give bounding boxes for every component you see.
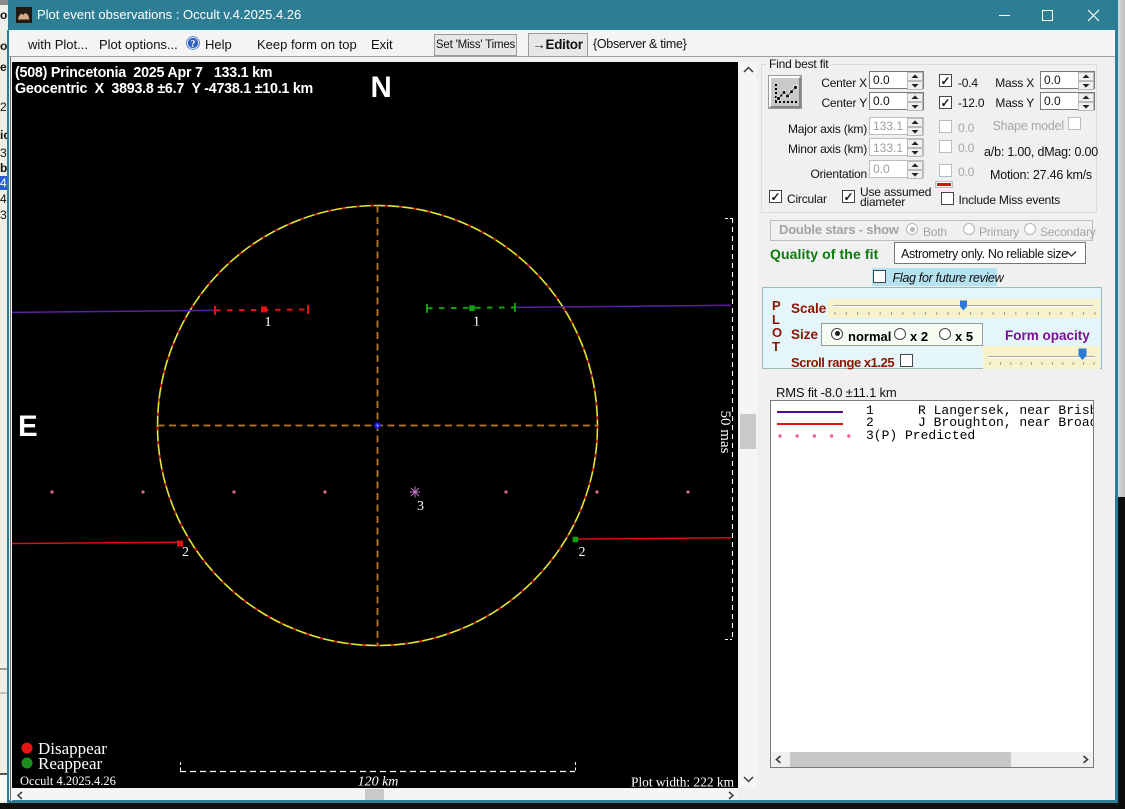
svg-text:Plot width: 222 km: Plot width: 222 km	[631, 775, 735, 789]
svg-text:Reappear: Reappear	[38, 754, 103, 773]
svg-text:N: N	[371, 71, 392, 104]
svg-text:120 km: 120 km	[358, 775, 399, 789]
svg-text:Geocentric X 3893.8 ±6.7 Y: Geocentric X 3893.8 ±6.7 Y -4738.1 ±10.1…	[15, 81, 313, 97]
svg-text:2: 2	[579, 545, 586, 560]
svg-text:?: ?	[191, 39, 196, 50]
svg-text:E: E	[18, 410, 38, 443]
svg-text:50 mas: 50 mas	[717, 411, 733, 454]
svg-text:2: 2	[182, 545, 189, 560]
svg-text:Occult 4.2025.4.26: Occult 4.2025.4.26	[20, 774, 116, 788]
svg-text:1: 1	[265, 315, 272, 330]
svg-text:3: 3	[417, 499, 424, 514]
svg-text:1: 1	[473, 315, 480, 330]
svg-text:(508) Princetonia 2025 Apr 7: (508) Princetonia 2025 Apr 7 133.1 km	[15, 65, 272, 81]
